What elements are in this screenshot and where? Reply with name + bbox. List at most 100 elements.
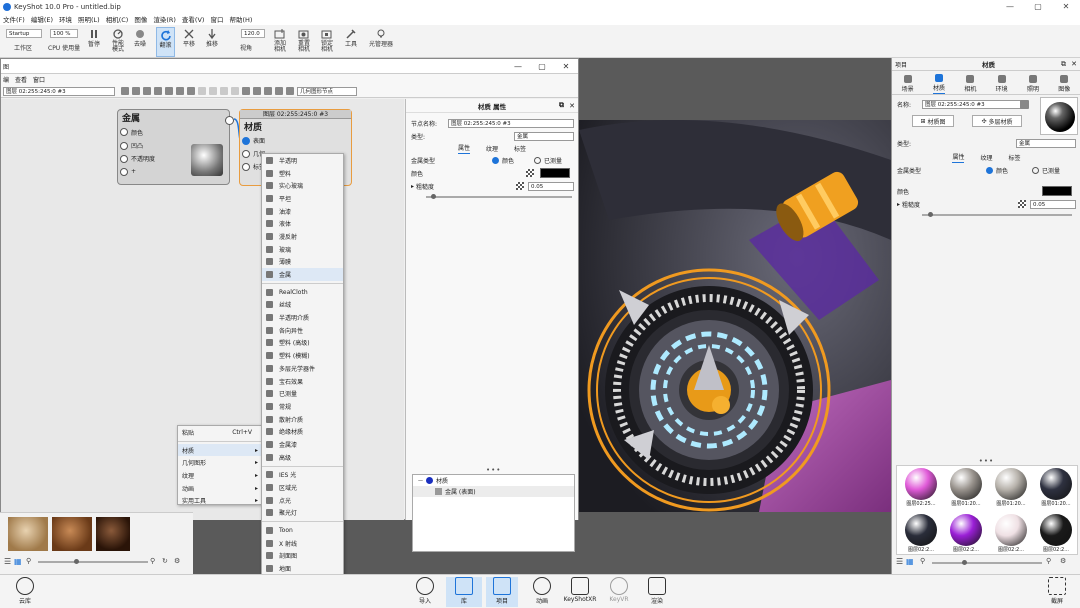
library-thumb-wood-dark[interactable] bbox=[96, 517, 130, 551]
submenu-item[interactable]: RealCloth bbox=[262, 286, 343, 299]
color-swatch[interactable] bbox=[540, 168, 570, 178]
delete-icon[interactable] bbox=[220, 87, 228, 95]
submenu-item[interactable]: 液体 bbox=[262, 217, 343, 230]
render-viewport[interactable] bbox=[579, 120, 891, 512]
library-button[interactable]: 库 bbox=[446, 577, 482, 607]
reset-camera-button[interactable]: 重置 相机 bbox=[294, 27, 314, 53]
library-thumb-wood-light[interactable] bbox=[8, 517, 48, 551]
pause-button[interactable]: 暂停 bbox=[86, 27, 102, 48]
minimize-button[interactable]: — bbox=[996, 2, 1024, 11]
ctx-animation[interactable]: 动画 ▸ bbox=[178, 482, 262, 495]
material-swatch[interactable]: 图层02:2... bbox=[1036, 514, 1076, 554]
ctx-paste[interactable]: 粘贴 Ctrl+V bbox=[178, 426, 262, 439]
submenu-item[interactable]: 实心玻璃 bbox=[262, 179, 343, 192]
grid-view-icon[interactable]: ▦ bbox=[906, 557, 914, 566]
maximize-button[interactable]: ▢ bbox=[1024, 2, 1052, 11]
undock-icon[interactable]: ⧉ bbox=[559, 101, 564, 110]
menu-edit[interactable]: 编辑(E) bbox=[31, 14, 53, 24]
tab-labels[interactable]: 标签 bbox=[514, 144, 526, 154]
menu-render[interactable]: 渲染(R) bbox=[153, 14, 176, 24]
right-radio-measured[interactable]: 已测量 bbox=[1032, 166, 1060, 175]
project-tab-material[interactable]: 材质 bbox=[932, 74, 945, 94]
add-camera-button[interactable]: 添加 相机 bbox=[270, 27, 290, 53]
pan-button[interactable]: 平移 bbox=[181, 27, 197, 48]
screenshot-button[interactable]: 截屏 bbox=[1044, 577, 1070, 605]
right-tab-labels[interactable]: 标签 bbox=[1009, 153, 1021, 163]
paste-icon[interactable] bbox=[209, 87, 217, 95]
submenu-item[interactable]: 塑料 (模糊) bbox=[262, 349, 343, 362]
submenu-item[interactable]: 各向异性 bbox=[262, 324, 343, 337]
animation-button[interactable]: 动画 bbox=[528, 577, 556, 605]
dolly-button[interactable]: 推移 bbox=[204, 27, 220, 48]
texture-map-icon[interactable] bbox=[1018, 200, 1026, 208]
project-button[interactable]: 项目 bbox=[486, 577, 518, 607]
node-graph-canvas[interactable]: 金属 颜色 凹凸 不透明度 + 图层 02:255:245:0 #3 材质 表面… bbox=[1, 99, 404, 599]
settings-icon[interactable]: ⚙ bbox=[174, 557, 180, 565]
graph-menu-edit[interactable]: 编 bbox=[3, 75, 9, 84]
submenu-item[interactable]: 点光 bbox=[262, 494, 343, 507]
menu-window[interactable]: 窗口 bbox=[210, 14, 223, 24]
frame-icon[interactable] bbox=[253, 87, 261, 95]
roughness-input[interactable]: 0.05 bbox=[528, 182, 574, 191]
material-swatch[interactable]: 图层02:25... bbox=[901, 468, 941, 512]
submenu-item[interactable]: 油漆 bbox=[262, 205, 343, 218]
sphere-icon[interactable] bbox=[132, 87, 140, 95]
copy-icon[interactable] bbox=[198, 87, 206, 95]
menu-camera[interactable]: 相机(C) bbox=[106, 14, 129, 24]
submenu-item[interactable]: Toon bbox=[262, 524, 343, 537]
submenu-item[interactable]: 聚光灯 bbox=[262, 507, 343, 520]
refresh-icon[interactable]: ↻ bbox=[162, 557, 168, 565]
light-manager-button[interactable]: 光管理器 bbox=[366, 27, 396, 48]
graph-maximize-button[interactable]: ▢ bbox=[530, 62, 554, 71]
import-button[interactable]: 导入 bbox=[414, 577, 436, 605]
slider-knob[interactable] bbox=[431, 194, 437, 199]
swatch-size-slider[interactable] bbox=[932, 560, 1042, 565]
multi-material-button[interactable]: ✣ 多层材质 bbox=[972, 115, 1022, 127]
ctx-texture[interactable]: 纹理 ▸ bbox=[178, 469, 262, 482]
performance-mode-button[interactable]: 性能 模式 bbox=[107, 27, 129, 53]
right-roughness-input[interactable]: 0.05 bbox=[1030, 200, 1076, 209]
zoom-in-icon[interactable]: ⚲ bbox=[150, 557, 155, 565]
submenu-item[interactable]: 金属漆 bbox=[262, 438, 343, 451]
material-swatch[interactable]: 图层01:20... bbox=[946, 468, 986, 512]
project-tab-environment[interactable]: 环境 bbox=[996, 75, 1008, 94]
submenu-item[interactable]: X 射线 bbox=[262, 537, 343, 550]
right-radio-color[interactable]: 颜色 bbox=[986, 166, 1008, 175]
material-swatch[interactable]: 图层02:2... bbox=[946, 514, 986, 554]
keyvr-button[interactable]: KeyVR bbox=[606, 577, 632, 603]
right-roughness-slider[interactable] bbox=[922, 212, 1072, 217]
library-thumb-wood-medium[interactable] bbox=[52, 517, 92, 551]
zoom-in-icon[interactable]: ⚲ bbox=[1046, 557, 1051, 565]
fov-input[interactable]: 120.0 bbox=[241, 29, 265, 38]
keyshotxr-button[interactable]: KeyShotXR bbox=[562, 577, 598, 603]
submenu-item[interactable]: 已测量 bbox=[262, 387, 343, 400]
slider-knob[interactable] bbox=[74, 559, 79, 564]
tab-properties[interactable]: 属性 bbox=[457, 143, 470, 154]
menu-file[interactable]: 文件(F) bbox=[3, 14, 25, 24]
align-icon[interactable] bbox=[165, 87, 173, 95]
lock-camera-button[interactable]: 锁定 相机 bbox=[317, 27, 337, 53]
submenu-item[interactable]: 多层光学器件 bbox=[262, 362, 343, 375]
material-graph-button[interactable]: ⊞ 材质图 bbox=[912, 115, 954, 127]
submenu-item[interactable]: 区域光 bbox=[262, 481, 343, 494]
fit-icon[interactable] bbox=[264, 87, 272, 95]
expand-triangle-icon[interactable]: ▸ bbox=[411, 183, 414, 190]
graph-menu-window[interactable]: 窗口 bbox=[33, 75, 45, 84]
submenu-item[interactable]: IES 光 bbox=[262, 469, 343, 482]
geometry-node-button[interactable]: 几何图形节点 bbox=[297, 86, 357, 96]
submenu-item[interactable]: 半透明 bbox=[262, 154, 343, 167]
thumbnail-size-slider[interactable] bbox=[38, 559, 148, 564]
link-icon[interactable] bbox=[187, 87, 195, 95]
collapse-icon[interactable]: — bbox=[418, 478, 423, 484]
right-color-swatch[interactable] bbox=[1042, 186, 1072, 196]
list-view-icon[interactable]: ☰ bbox=[896, 557, 903, 566]
render-button[interactable]: 渲染 bbox=[644, 577, 670, 605]
ctx-material[interactable]: 材质 ▸ bbox=[178, 443, 262, 457]
menu-view[interactable]: 查看(V) bbox=[182, 14, 205, 24]
material-pin-surface[interactable]: 表面 bbox=[240, 134, 351, 147]
tree-root-item[interactable]: — 材质 bbox=[413, 475, 574, 486]
zoom-out-icon[interactable]: ⚲ bbox=[920, 557, 925, 565]
type-select[interactable]: 金属 bbox=[514, 132, 574, 141]
submenu-item[interactable]: 平坦 bbox=[262, 192, 343, 205]
graph-close-button[interactable]: ✕ bbox=[554, 62, 578, 71]
